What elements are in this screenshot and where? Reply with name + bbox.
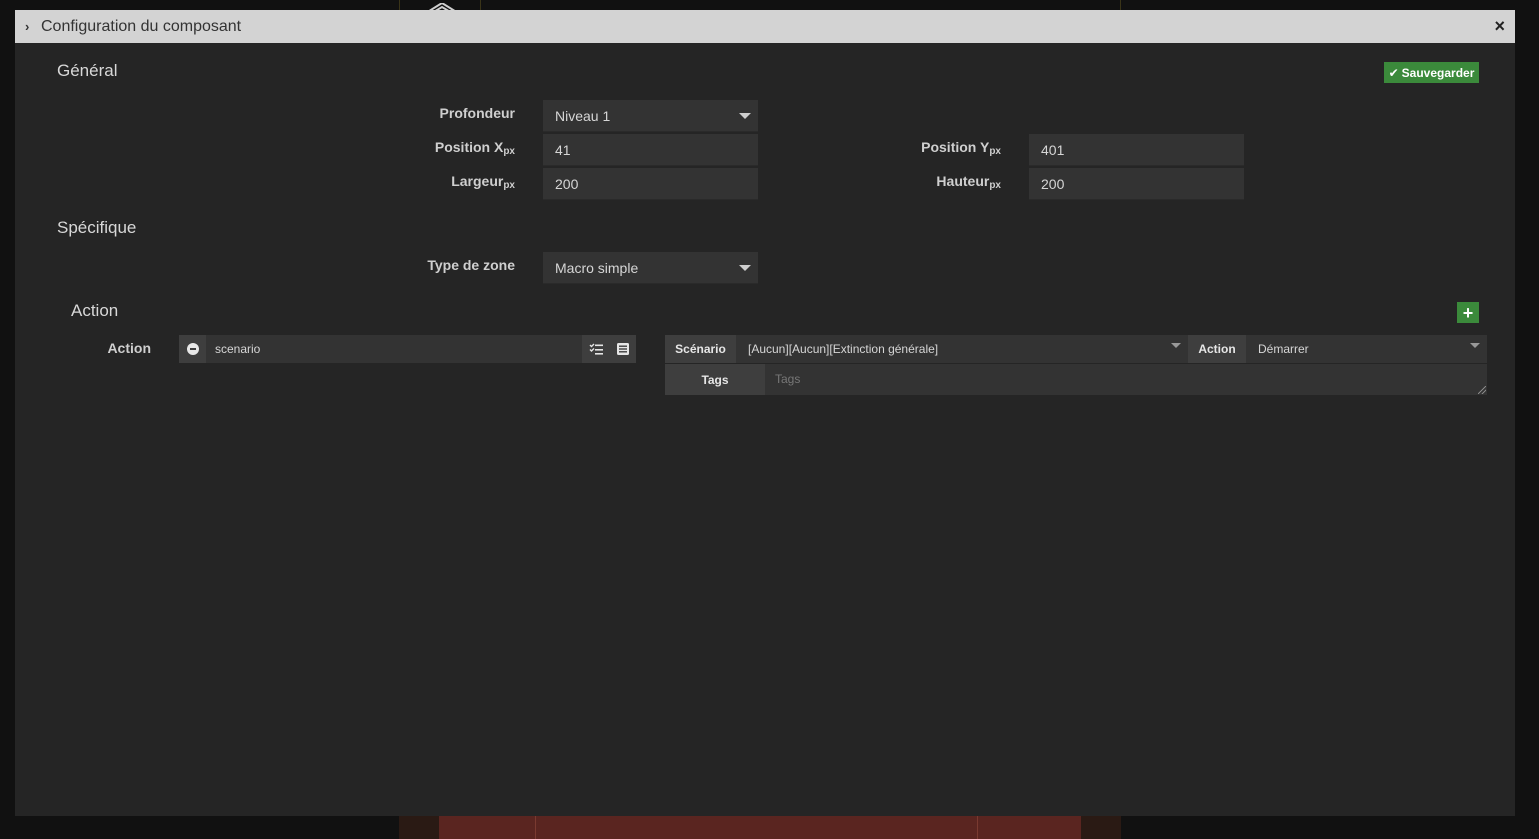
minus-circle-icon: [186, 343, 199, 355]
action-select[interactable]: Démarrer: [1246, 335, 1487, 363]
height-input[interactable]: 200: [1029, 168, 1244, 200]
list-alt-icon: [616, 343, 629, 355]
unit-label: px: [503, 146, 515, 157]
zone-type-value: Macro simple: [555, 260, 639, 276]
bg-widget: [399, 816, 1121, 839]
component-config-modal: › Configuration du composant × Général ✔…: [15, 10, 1515, 816]
section-title-action: Action: [71, 301, 119, 320]
pos-y-input[interactable]: 401: [1029, 134, 1244, 166]
plus-icon: +: [1462, 302, 1474, 323]
width-label-text: Largeur: [451, 173, 504, 189]
add-action-button[interactable]: +: [1457, 302, 1479, 323]
bg-divider: [977, 816, 978, 839]
caret-down-icon: [1171, 343, 1181, 348]
section-title-general: Général: [57, 61, 118, 80]
save-button[interactable]: ✔ Sauvegarder: [1384, 62, 1479, 83]
select-command-button[interactable]: [582, 335, 609, 363]
pos-y-label-text: Position Y: [921, 139, 990, 155]
depth-label-text: Profondeur: [439, 105, 515, 121]
bg-chevron-up-icon: [424, 0, 460, 10]
unit-label: px: [503, 180, 515, 191]
caret-down-icon: [1470, 343, 1480, 348]
width-input[interactable]: 200: [543, 168, 758, 200]
depth-select[interactable]: Niveau 1: [543, 100, 758, 132]
zone-type-select[interactable]: Macro simple: [543, 252, 758, 284]
command-input[interactable]: scenario: [206, 335, 582, 363]
bg-divider: [399, 0, 400, 10]
scenario-select[interactable]: [Aucun][Aucun][Extinction générale]: [736, 335, 1188, 363]
pos-x-label: Position Xpx: [375, 139, 515, 157]
pos-x-input[interactable]: 41: [543, 134, 758, 166]
unit-label: px: [989, 180, 1001, 191]
list-check-icon: [589, 343, 603, 355]
bg-divider: [480, 0, 481, 10]
command-value: scenario: [215, 342, 261, 356]
width-value: 200: [555, 176, 579, 192]
chevron-right-icon: ›: [25, 19, 30, 34]
scenario-select-value: [Aucun][Aucun][Extinction générale]: [748, 342, 939, 356]
tags-placeholder: Tags: [775, 372, 801, 386]
list-command-button[interactable]: [609, 335, 636, 363]
close-button[interactable]: ×: [1494, 16, 1505, 37]
remove-action-button[interactable]: [179, 335, 206, 363]
caret-down-icon: [739, 265, 751, 271]
bg-divider: [535, 816, 536, 839]
pos-y-label: Position Ypx: [861, 139, 1001, 157]
check-icon: ✔: [1388, 65, 1399, 80]
depth-select-value: Niveau 1: [555, 108, 611, 124]
width-label: Largeurpx: [375, 173, 515, 191]
bg-divider: [1120, 0, 1121, 10]
height-value: 200: [1041, 176, 1065, 192]
height-label: Hauteurpx: [861, 173, 1001, 191]
save-button-label: Sauvegarder: [1401, 65, 1475, 80]
zone-type-label: Type de zone: [375, 257, 515, 273]
pos-x-label-text: Position X: [434, 139, 504, 155]
pos-y-value: 401: [1041, 142, 1065, 158]
resize-grip-icon[interactable]: [1478, 386, 1486, 394]
tags-addon: Tags: [665, 364, 765, 395]
scenario-addon: Scénario: [665, 335, 736, 363]
action-row-label: Action: [55, 340, 151, 356]
pos-x-value: 41: [555, 142, 571, 158]
caret-down-icon: [739, 113, 751, 119]
depth-label: Profondeur: [375, 105, 515, 121]
action-row-label-text: Action: [107, 340, 151, 356]
tags-textarea[interactable]: Tags: [765, 364, 1487, 395]
zone-type-label-text: Type de zone: [427, 257, 515, 273]
unit-label: px: [989, 146, 1001, 157]
modal-header: › Configuration du composant ×: [15, 10, 1515, 43]
height-label-text: Hauteur: [936, 173, 990, 189]
action-select-value: Démarrer: [1258, 342, 1309, 356]
modal-title: Configuration du composant: [41, 17, 242, 35]
section-title-specific: Spécifique: [57, 218, 137, 237]
action-addon: Action: [1188, 335, 1246, 363]
